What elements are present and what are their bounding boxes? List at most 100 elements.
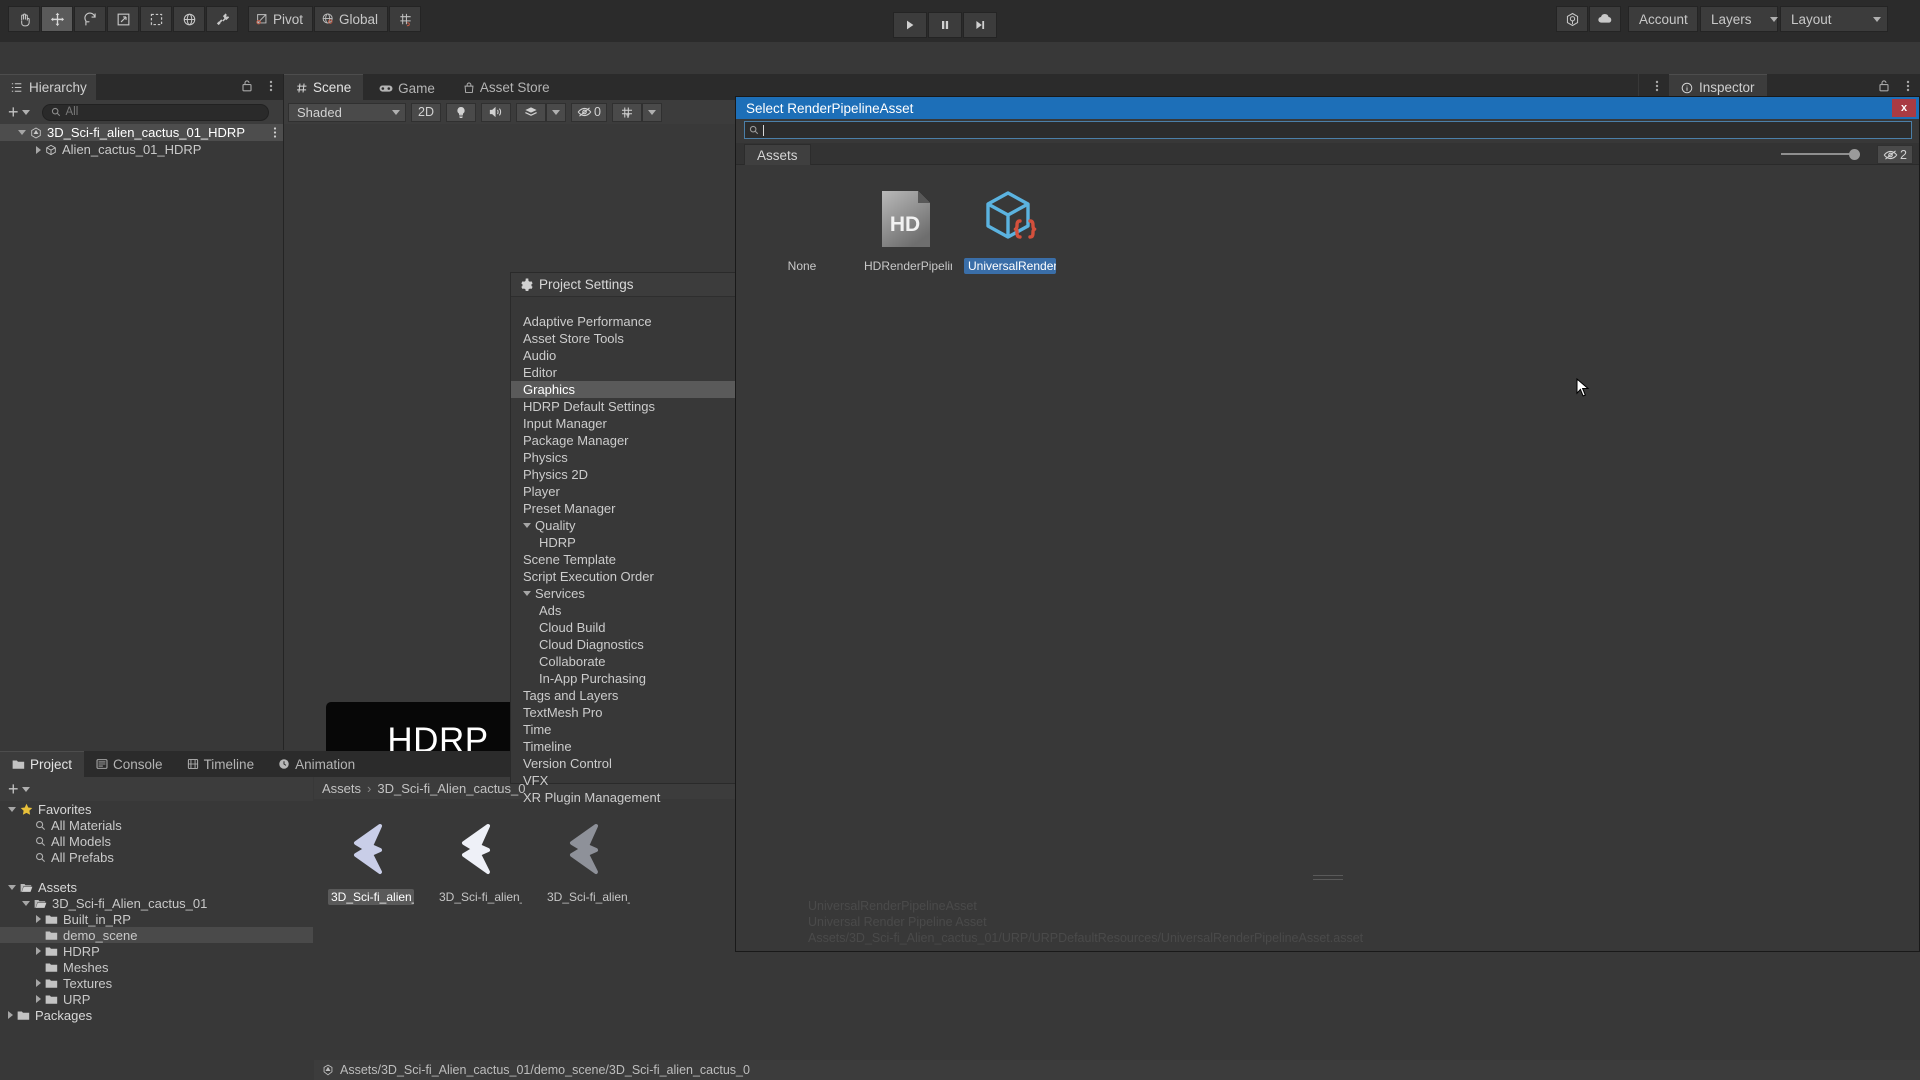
toggle-hidden-objects-button[interactable]: 0 [571,102,607,122]
settings-item-in-app-purchasing[interactable]: In-App Purchasing [511,670,736,687]
settings-item-timeline[interactable]: Timeline [511,738,736,755]
project-tree-item[interactable]: Built_in_RP [0,911,313,927]
settings-item-audio[interactable]: Audio [511,347,736,364]
settings-item-quality[interactable]: Quality [511,517,736,534]
fx-dropdown-button[interactable] [546,102,566,122]
toggle-lighting-button[interactable] [446,102,476,122]
dialog-asset-item-urp[interactable]: UniversalRenderP... [964,187,1056,883]
gizmos-dropdown-button[interactable] [641,102,662,122]
cloud-icon-button[interactable] [1589,6,1621,32]
settings-item-cloud-diagnostics[interactable]: Cloud Diagnostics [511,636,736,653]
toggle-fx-button[interactable] [516,102,546,122]
dialog-search-input[interactable] [744,121,1912,139]
settings-item-time[interactable]: Time [511,721,736,738]
settings-item-player[interactable]: Player [511,483,736,500]
settings-item-xr-plugin-management[interactable]: XR Plugin Management [511,789,736,806]
play-button[interactable] [893,12,927,38]
settings-item-script-execution-order[interactable]: Script Execution Order [511,568,736,585]
settings-item-services[interactable]: Services [511,585,736,602]
project-tree-item[interactable]: Meshes [0,959,313,975]
dialog-visibility-button[interactable]: 2 [1877,145,1913,164]
global-toggle-button[interactable]: Global [314,6,389,32]
step-button[interactable] [963,12,997,38]
settings-item-scene-template[interactable]: Scene Template [511,551,736,568]
transform-tool-button[interactable] [173,6,205,32]
tab-timeline[interactable]: Timeline [175,751,267,777]
settings-item-hdrp-default-settings[interactable]: HDRP Default Settings [511,398,736,415]
rect-tool-button[interactable] [140,6,172,32]
dialog-asset-item-hdrp[interactable]: HD HDRenderPipelin... [862,187,952,883]
chevron-right-icon[interactable] [36,947,41,955]
settings-item-tags-and-layers[interactable]: Tags and Layers [511,687,736,704]
dialog-resize-handle[interactable] [1312,875,1343,883]
project-tree-item[interactable]: All Prefabs [0,849,313,865]
scale-tool-button[interactable] [107,6,139,32]
project-tree-item[interactable]: Packages [0,1007,313,1023]
move-tool-button[interactable] [41,6,73,32]
settings-item-input-manager[interactable]: Input Manager [511,415,736,432]
chevron-right-icon[interactable] [36,979,41,987]
chevron-down-icon[interactable] [523,591,531,596]
asset-grid-item[interactable]: 3D_Sci-fi_alien_c... [544,813,630,1058]
settings-item-editor[interactable]: Editor [511,364,736,381]
settings-item-package-manager[interactable]: Package Manager [511,432,736,449]
settings-item-textmesh-pro[interactable]: TextMesh Pro [511,704,736,721]
project-tree-item[interactable]: All Models [0,833,313,849]
settings-item-physics-2d[interactable]: Physics 2D [511,466,736,483]
gizmos-button[interactable] [611,102,642,122]
rotate-tool-button[interactable] [74,6,106,32]
hierarchy-search-input[interactable]: All [41,103,269,121]
inspector-left-menu-icon[interactable] [1655,78,1659,97]
shading-mode-dropdown[interactable]: Shaded [288,102,406,122]
slider-knob[interactable] [1849,148,1860,160]
settings-item-adaptive-performance[interactable]: Adaptive Performance [511,313,736,330]
chevron-down-icon[interactable] [523,523,531,528]
hand-tool-button[interactable] [8,6,40,32]
custom-editor-tool-button[interactable] [206,6,238,32]
pause-button[interactable] [928,12,962,38]
settings-item-cloud-build[interactable]: Cloud Build [511,619,736,636]
project-tree-item[interactable]: URP [0,991,313,1007]
project-tree-item[interactable]: Favorites [0,801,313,817]
settings-item-physics[interactable]: Physics [511,449,736,466]
settings-item-graphics[interactable]: Graphics [511,381,736,398]
hierarchy-row[interactable]: Alien_cactus_01_HDRP [0,141,283,158]
asset-grid-item[interactable]: 3D_Sci-fi_alien_c... [436,813,522,1058]
project-tree-item[interactable]: All Materials [0,817,313,833]
tab-console[interactable]: Console [84,751,175,777]
hierarchy-row[interactable]: 3D_Sci-fi_alien_cactus_01_HDRP [0,124,283,141]
breadcrumb-item-assets[interactable]: Assets [322,781,361,796]
dialog-asset-item-none[interactable]: None [758,187,846,883]
project-tree-item[interactable]: HDRP [0,943,313,959]
tab-game[interactable]: Game [367,75,447,101]
settings-item-asset-store-tools[interactable]: Asset Store Tools [511,330,736,347]
dialog-titlebar[interactable]: Select RenderPipelineAsset x [736,97,1919,119]
inspector-menu-icon[interactable] [1906,78,1910,97]
project-tree-item[interactable]: Textures [0,975,313,991]
layers-dropdown[interactable]: Layers [1700,6,1778,32]
chevron-down-icon[interactable] [8,806,16,812]
breadcrumb-item-folder[interactable]: 3D_Sci-fi_Alien_cactus_0 [377,781,525,796]
create-asset-button[interactable]: + [6,780,32,798]
thumbnail-size-slider[interactable] [1781,148,1867,160]
lock-icon[interactable] [1878,79,1890,95]
project-tree-item[interactable]: demo_scene [0,927,313,943]
tab-animation[interactable]: Animation [266,751,367,777]
hierarchy-menu-icon[interactable] [269,78,273,97]
collab-icon-button[interactable] [1556,6,1588,32]
toggle-audio-button[interactable] [481,102,511,122]
settings-item-hdrp[interactable]: HDRP [511,534,736,551]
layout-dropdown[interactable]: Layout [1780,6,1888,32]
tab-project[interactable]: Project [0,751,85,777]
chevron-right-icon[interactable] [8,1011,13,1019]
tab-asset-store[interactable]: Asset Store [451,75,562,101]
asset-grid-item[interactable]: 3D_Sci-fi_alien_c... [328,813,414,1058]
tab-hierarchy[interactable]: Hierarchy [0,74,96,100]
chevron-right-icon[interactable] [36,145,41,154]
pivot-toggle-button[interactable]: Pivot [248,6,314,32]
settings-item-ads[interactable]: Ads [511,602,736,619]
settings-item-version-control[interactable]: Version Control [511,755,736,772]
chevron-down-icon[interactable] [18,130,26,135]
chevron-right-icon[interactable] [36,995,41,1003]
project-tree-item[interactable]: 3D_Sci-fi_Alien_cactus_01 [0,895,313,911]
